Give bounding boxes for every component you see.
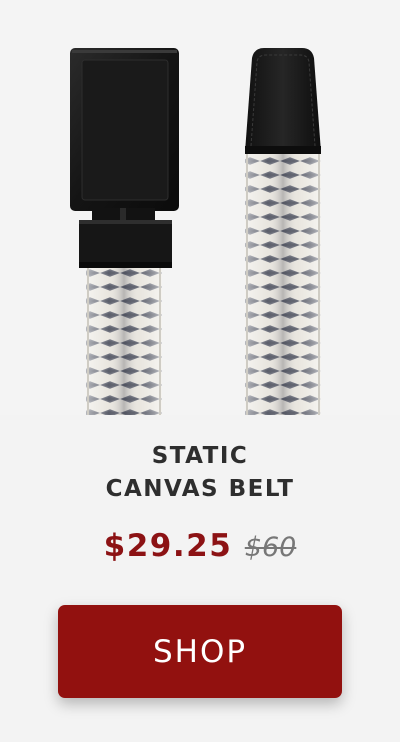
product-card: STATIC CANVAS BELT $29.25 $60 SHOP (0, 0, 400, 742)
right-strap (245, 148, 321, 415)
buckle-icon (70, 48, 179, 268)
left-strap (86, 260, 162, 415)
product-title[interactable]: STATIC CANVAS BELT (0, 440, 400, 506)
belt-product-photo (70, 48, 321, 415)
sale-price: $29.25 (103, 528, 233, 564)
product-image[interactable] (0, 0, 400, 415)
leather-tip-icon (245, 48, 321, 154)
product-title-line-2: CANVAS BELT (105, 476, 295, 502)
product-title-line-1: STATIC (151, 443, 249, 469)
original-price: $60 (244, 532, 297, 563)
price-row: $29.25 $60 (0, 528, 400, 564)
shop-button[interactable]: SHOP (58, 605, 342, 698)
